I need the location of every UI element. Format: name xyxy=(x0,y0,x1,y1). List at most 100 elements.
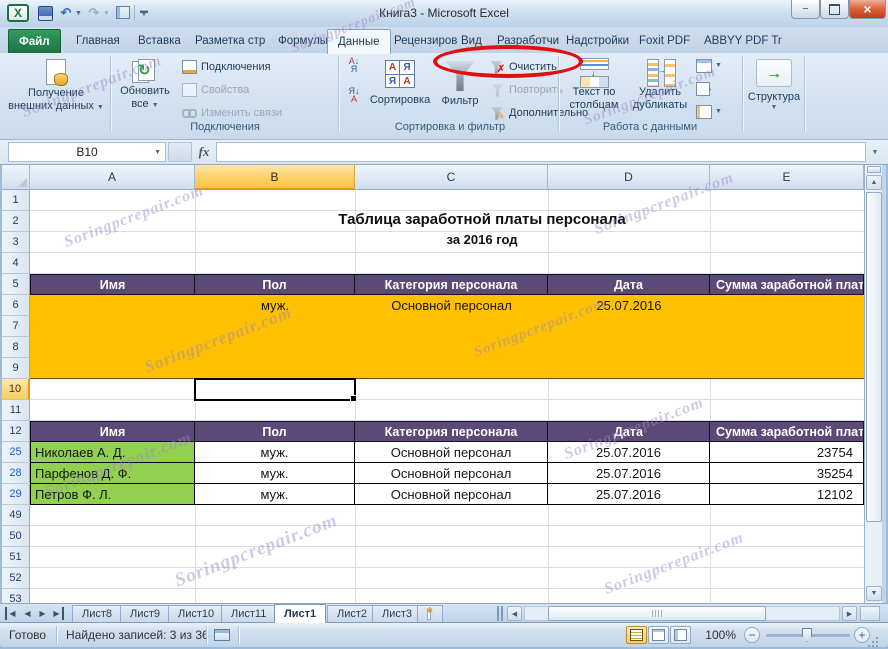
get-external-data-button[interactable]: Получение внешних данных ▼ xyxy=(6,56,106,118)
row-header-5[interactable]: 5 xyxy=(2,274,30,295)
close-window-button[interactable]: × xyxy=(849,0,886,19)
header2-cell-date[interactable]: Дата xyxy=(548,421,710,442)
cell-c28[interactable]: Основной персонал xyxy=(355,463,548,484)
restore-window-button[interactable] xyxy=(820,0,849,19)
first-sheet-button[interactable]: ◀ xyxy=(5,607,18,620)
tab-page-layout[interactable]: Разметка стр xyxy=(185,29,275,53)
sort-descending-button[interactable]: Я↓ А xyxy=(344,87,364,111)
header-cell-date[interactable]: Дата xyxy=(548,274,710,295)
insert-sheet-button[interactable]: ✱ xyxy=(417,605,443,622)
reapply-filter-button[interactable]: Повторить xyxy=(490,81,563,99)
name-box-dropdown-icon[interactable]: ▼ xyxy=(154,149,161,156)
what-if-analysis-button[interactable]: ? ▼ xyxy=(696,104,722,119)
row-header-28[interactable]: 28 xyxy=(2,463,30,484)
consolidate-button[interactable]: ⤴ xyxy=(696,81,711,96)
zoom-out-button[interactable]: − xyxy=(744,627,760,643)
row-header-7[interactable]: 7 xyxy=(2,316,30,337)
fill-handle[interactable] xyxy=(350,395,357,402)
row-header-9[interactable]: 9 xyxy=(2,358,30,379)
column-header-d[interactable]: D xyxy=(548,165,710,190)
prev-sheet-button[interactable]: ◀ xyxy=(21,607,34,620)
fx-icon[interactable]: fx xyxy=(194,142,214,162)
hscroll-left-button[interactable]: ◀ xyxy=(507,606,522,621)
row-header-29[interactable]: 29 xyxy=(2,484,30,505)
macro-record-button[interactable] xyxy=(214,629,230,641)
cell-e29[interactable]: 12102 xyxy=(710,484,864,505)
view-normal-button[interactable] xyxy=(626,626,647,644)
scroll-up-button[interactable]: ▲ xyxy=(866,175,882,190)
sheet-tab-list9[interactable]: Лист9 xyxy=(120,605,170,622)
sheet-tab-list1[interactable]: Лист1 xyxy=(274,604,326,623)
formula-input[interactable] xyxy=(216,142,866,162)
selected-cell-b10[interactable] xyxy=(194,378,356,401)
header-cell-category[interactable]: Категория персонала xyxy=(355,274,548,295)
select-all-corner[interactable] xyxy=(2,165,30,190)
summary-category-cell[interactable]: Основной персонал xyxy=(355,295,548,316)
row-header-52[interactable]: 52 xyxy=(2,568,30,589)
hscroll-right-button[interactable]: ▶ xyxy=(842,606,857,621)
header2-cell-category[interactable]: Категория персонала xyxy=(355,421,548,442)
column-header-c[interactable]: C xyxy=(355,165,548,190)
header2-cell-salary[interactable]: Сумма заработной платы xyxy=(710,421,864,442)
outline-button[interactable]: → Структура ▼ xyxy=(748,56,800,118)
remove-duplicates-button[interactable]: → Удалить дубликаты xyxy=(628,56,692,118)
properties-button[interactable]: Свойства xyxy=(182,81,249,99)
row-header-49[interactable]: 49 xyxy=(2,505,30,526)
cell-b25[interactable]: муж. xyxy=(195,442,355,463)
expand-formula-bar-icon[interactable]: ▼ xyxy=(868,146,882,158)
header-cell-salary[interactable]: Сумма заработной платы xyxy=(710,274,864,295)
tab-file[interactable]: Файл xyxy=(8,29,61,53)
row-header-6[interactable]: 6 xyxy=(2,295,30,316)
header2-cell-name[interactable]: Имя xyxy=(30,421,195,442)
row-header-12[interactable]: 12 xyxy=(2,421,30,442)
name-box[interactable]: B10 ▼ xyxy=(8,142,166,162)
row-header-11[interactable]: 11 xyxy=(2,400,30,421)
cell-d29[interactable]: 25.07.2016 xyxy=(548,484,710,505)
split-box[interactable] xyxy=(867,166,881,173)
row-header-3[interactable]: 3 xyxy=(2,232,30,253)
header-cell-name[interactable]: Имя xyxy=(30,274,195,295)
header-cell-gender[interactable]: Пол xyxy=(195,274,355,295)
row-header-2[interactable]: 2 xyxy=(2,211,30,232)
row-header-25[interactable]: 25 xyxy=(2,442,30,463)
cell-a25[interactable]: Николаев А. Д. xyxy=(30,442,195,463)
cell-d25[interactable]: 25.07.2016 xyxy=(548,442,710,463)
header2-cell-gender[interactable]: Пол xyxy=(195,421,355,442)
cell-b29[interactable]: муж. xyxy=(195,484,355,505)
sheet-tab-list11[interactable]: Лист11 xyxy=(221,605,276,622)
tab-data[interactable]: Данные xyxy=(327,29,391,54)
sort-ascending-button[interactable]: А↓ Я xyxy=(344,57,364,81)
view-page-break-button[interactable] xyxy=(670,626,691,644)
tab-insert[interactable]: Вставка xyxy=(128,29,191,53)
summary-gender-cell[interactable]: муж. xyxy=(195,295,355,316)
cell-c29[interactable]: Основной персонал xyxy=(355,484,548,505)
zoom-slider-thumb[interactable] xyxy=(802,628,812,642)
row-header-4[interactable]: 4 xyxy=(2,253,30,274)
scroll-down-button[interactable]: ▼ xyxy=(866,586,882,601)
row-header-50[interactable]: 50 xyxy=(2,526,30,547)
zoom-in-button[interactable]: + xyxy=(854,627,870,643)
vertical-scroll-thumb[interactable] xyxy=(866,192,882,522)
resize-grip[interactable] xyxy=(876,637,878,639)
view-page-layout-button[interactable] xyxy=(648,626,669,644)
row-header-8[interactable]: 8 xyxy=(2,337,30,358)
cell-c25[interactable]: Основной персонал xyxy=(355,442,548,463)
row-header-53[interactable]: 53 xyxy=(2,589,30,603)
sheet-tab-list3[interactable]: Лист3 xyxy=(372,605,422,622)
edit-links-button[interactable]: Изменить связи xyxy=(182,104,282,122)
vertical-scrollbar[interactable]: ▲ ▼ xyxy=(864,165,882,603)
tab-abbyy-pdf[interactable]: ABBYY PDF Tr xyxy=(694,29,792,53)
sheet-tab-list2[interactable]: Лист2 xyxy=(327,605,377,622)
tab-home[interactable]: Главная xyxy=(66,29,130,53)
hscroll-split-box[interactable] xyxy=(860,606,880,621)
zoom-level[interactable]: 100% xyxy=(700,628,736,642)
clear-filter-button[interactable]: ✗ Очистить xyxy=(490,58,557,76)
cell-e25[interactable]: 23754 xyxy=(710,442,864,463)
minimize-window-button[interactable]: − xyxy=(791,0,820,19)
tab-split-handle[interactable] xyxy=(497,606,503,621)
tab-foxit-pdf[interactable]: Foxit PDF xyxy=(629,29,700,53)
last-sheet-button[interactable]: ▶ xyxy=(51,607,64,620)
column-header-b[interactable]: B xyxy=(195,165,355,190)
next-sheet-button[interactable]: ▶ xyxy=(36,607,49,620)
connections-button[interactable]: Подключения xyxy=(182,58,271,76)
